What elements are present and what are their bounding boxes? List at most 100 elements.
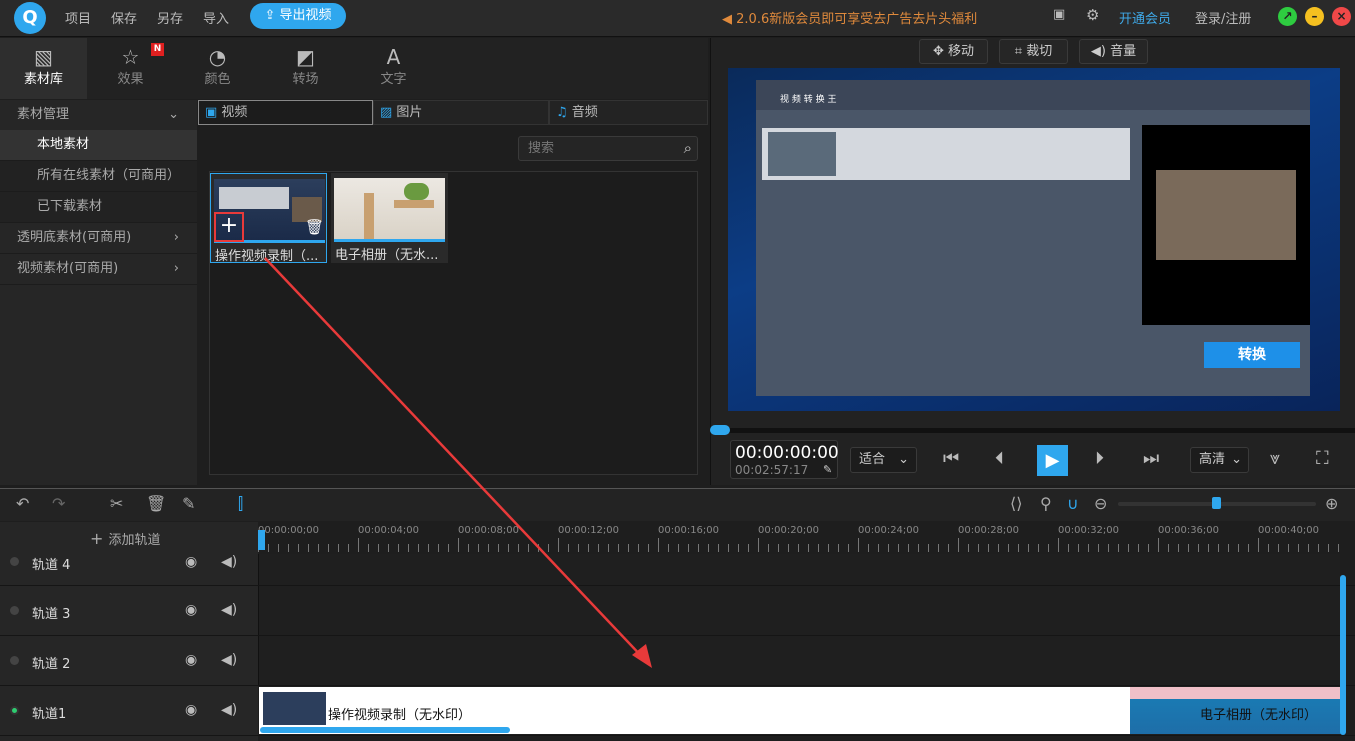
ruler-tick [698, 544, 699, 552]
track-lane[interactable] [258, 586, 1340, 635]
tab-audio[interactable]: ♫ 音频 [549, 100, 708, 125]
timeline-clip-album[interactable]: 电子相册（无水印） [1130, 687, 1341, 734]
ruler-tick [1218, 544, 1219, 552]
prev-frame-icon[interactable]: ⏴ [995, 448, 1004, 469]
sidebar-item-transparent[interactable]: 透明底素材(可商用) › [0, 223, 197, 254]
move-button[interactable]: ✥ 移动 [919, 39, 988, 64]
promo-banner[interactable]: ◀ 2.0.6新版会员即可享受去广告去片头福利 [722, 8, 977, 27]
vertical-scrollbar[interactable] [1340, 575, 1346, 735]
next-frame-icon[interactable]: ⏵ [1095, 448, 1104, 469]
video-preview[interactable]: 视 频 转 换 王 转换 [728, 68, 1340, 411]
track-lane[interactable] [258, 554, 1340, 585]
speaker-icon[interactable]: ◀) [221, 652, 237, 668]
zoom-slider-handle[interactable] [1212, 497, 1221, 509]
album-thumbnail [334, 178, 445, 241]
speaker-icon[interactable]: ◀) [221, 702, 237, 718]
timeline-clip-video[interactable]: 操作视频录制（无水印） [259, 687, 1130, 734]
eye-icon[interactable]: ◉ [185, 702, 197, 718]
search-input[interactable]: 搜索 ⌕ [518, 136, 698, 161]
eye-icon[interactable]: ◉ [185, 602, 197, 618]
chevron-right-icon: › [173, 261, 179, 276]
ruler-tick [1128, 544, 1129, 552]
restore-button[interactable]: ↗ [1278, 7, 1297, 26]
add-to-timeline-button[interactable]: + [214, 212, 244, 242]
feedback-icon[interactable]: ▣ [1053, 7, 1065, 22]
add-track-button[interactable]: + 添加轨道 [90, 529, 161, 548]
ruler-tick [708, 544, 709, 552]
sidebar-item-video[interactable]: 视频素材(可商用) › [0, 254, 197, 285]
tab-library[interactable]: ▧ 素材库 [0, 38, 87, 99]
redo-icon[interactable]: ↷ [52, 494, 65, 513]
split-icon[interactable]: ⫿ [238, 494, 243, 514]
sidebar-item-local[interactable]: 本地素材 [0, 130, 197, 161]
volume-button[interactable]: ◀) 音量 [1079, 39, 1148, 64]
skip-start-icon[interactable]: ⏮ [943, 448, 959, 469]
new-badge: N [151, 43, 164, 56]
menu-import[interactable]: 导入 [203, 8, 229, 27]
zoom-in-icon[interactable]: ⊕ [1325, 494, 1338, 513]
ruler-tick [478, 544, 479, 552]
ruler-label: 00:00:20;00 [758, 525, 820, 536]
menu-project[interactable]: 项目 [65, 8, 91, 27]
magnet-icon[interactable]: ∪ [1067, 494, 1079, 513]
speaker-icon[interactable]: ◀) [221, 554, 237, 570]
track-4: 轨道 4 ◉ ◀) [0, 554, 1355, 586]
sidebar-item-online[interactable]: 所有在线素材（可商用） [0, 161, 197, 192]
crop-button[interactable]: ⌗ 裁切 [999, 39, 1068, 64]
preview-scrubber[interactable] [710, 428, 1355, 433]
gear-icon[interactable]: ⚙ [1086, 6, 1099, 24]
speaker-icon[interactable]: ◀) [221, 602, 237, 618]
vip-link[interactable]: 开通会员 [1119, 8, 1171, 27]
menu-save[interactable]: 保存 [111, 8, 137, 27]
play-button[interactable]: ▶ [1037, 445, 1068, 476]
pencil-icon[interactable]: ✎ [182, 494, 195, 513]
edit-icon[interactable]: ✎ [823, 463, 832, 476]
media-item-album[interactable]: 电子相册（无水... [331, 173, 448, 263]
tab-image[interactable]: ▨ 图片 [373, 100, 549, 125]
media-item-video[interactable]: + 🗑 操作视频录制（... [210, 173, 327, 264]
tab-video[interactable]: ▣ 视频 [198, 100, 373, 125]
ruler-tick [878, 544, 879, 552]
search-icon[interactable]: ⌕ [684, 137, 692, 160]
ruler-tick [318, 544, 319, 552]
marker-icon[interactable]: ⚲ [1040, 494, 1052, 513]
minimize-button[interactable]: – [1305, 7, 1324, 26]
track-lane[interactable] [258, 636, 1340, 685]
ruler-tick [408, 544, 409, 552]
tab-transition[interactable]: ◩ 转场 [262, 38, 349, 99]
trash-icon[interactable]: 🗑 [146, 494, 166, 513]
ruler-tick [988, 544, 989, 552]
export-video-button[interactable]: ⇪ 导出视频 [250, 3, 346, 29]
sidebar-item-downloaded[interactable]: 已下载素材 [0, 192, 197, 223]
fit-dropdown[interactable]: 适合 ⌄ [850, 447, 917, 473]
ruler-tick [858, 538, 859, 552]
skip-end-icon[interactable]: ⏭ [1143, 448, 1159, 469]
fullscreen-icon[interactable]: ⛶ [1316, 448, 1329, 469]
sidebar-item-manage[interactable]: 素材管理 ⌄ [0, 100, 197, 131]
ruler-tick [768, 544, 769, 552]
tab-text[interactable]: A 文字 [350, 38, 437, 99]
trash-icon[interactable]: 🗑 [305, 218, 324, 236]
ruler-tick [778, 544, 779, 552]
playhead[interactable] [258, 530, 265, 550]
undo-icon[interactable]: ↶ [16, 494, 29, 513]
ruler-tick [658, 538, 659, 552]
fit-timeline-icon[interactable]: ⟨⟩ [1010, 494, 1022, 513]
time-ruler[interactable]: 00:00:00;00 00:00:04;00 00:00:08;00 00:00:1… [258, 522, 1355, 554]
quality-dropdown[interactable]: 高清 ⌄ [1190, 447, 1249, 473]
scissors-icon[interactable]: ✂ [110, 494, 123, 513]
scrubber-handle[interactable] [710, 425, 730, 435]
zoom-out-icon[interactable]: ⊖ [1094, 494, 1107, 513]
close-button[interactable]: × [1332, 7, 1351, 26]
eye-icon[interactable]: ◉ [185, 652, 197, 668]
ruler-label: 00:00:24;00 [858, 525, 920, 536]
eye-icon[interactable]: ◉ [185, 554, 197, 570]
ruler-tick [1208, 544, 1209, 552]
menu-save-as[interactable]: 另存 [157, 8, 183, 27]
tab-color[interactable]: ◔ 颜色 [174, 38, 261, 99]
expand-down-icon[interactable]: ⩔ [1270, 448, 1280, 469]
ruler-tick [978, 544, 979, 552]
login-link[interactable]: 登录/注册 [1195, 8, 1251, 27]
ruler-tick [898, 544, 899, 552]
ruler-tick [1158, 538, 1159, 552]
